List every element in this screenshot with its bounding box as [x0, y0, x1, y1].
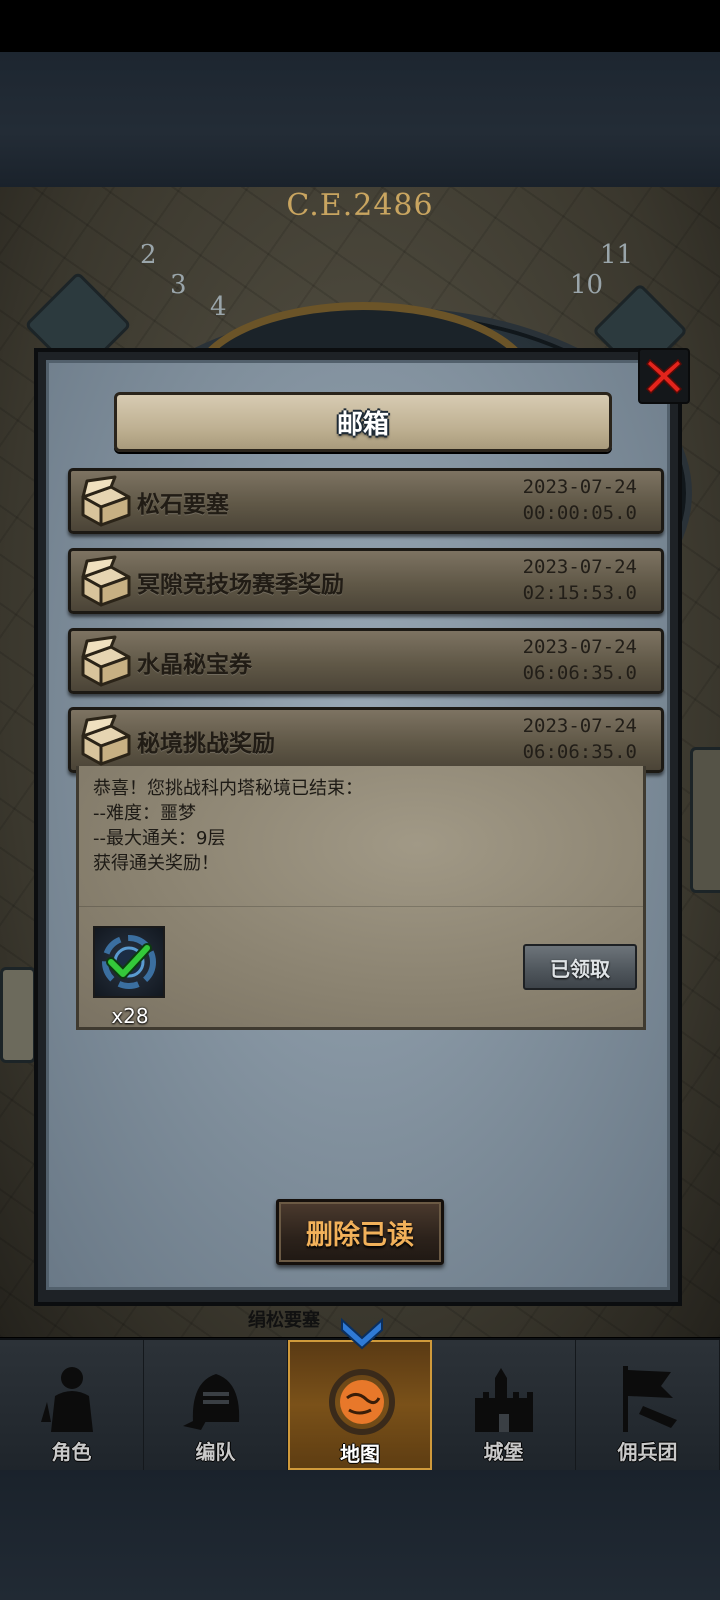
mail-message-line: 获得通关奖励！	[93, 853, 219, 874]
reward-item[interactable]	[93, 926, 165, 998]
treasure-chest-icon	[81, 475, 131, 527]
mail-time: 00:00:05.0	[522, 502, 637, 524]
nav-label: 城堡	[483, 1440, 524, 1464]
treasure-chest-icon	[81, 635, 131, 687]
nav-label: 角色	[51, 1440, 92, 1464]
nav-label: 佣兵团	[617, 1440, 678, 1464]
mail-item[interactable]: 冥隙竞技场赛季奖励 2023-07-24 02:15:53.0	[68, 548, 664, 614]
mail-date: 2023-07-24	[522, 636, 637, 658]
claimed-button[interactable]: 已领取	[523, 944, 637, 990]
mail-divider	[79, 906, 643, 907]
globe-map-icon	[329, 1369, 395, 1435]
nav-label: 编队	[195, 1440, 236, 1464]
dial-number: 3	[170, 270, 187, 300]
mail-item[interactable]: 松石要塞 2023-07-24 00:00:05.0	[68, 468, 664, 534]
mail-title: 冥隙竞技场赛季奖励	[137, 572, 344, 598]
mail-title: 松石要塞	[137, 492, 229, 518]
mail-date: 2023-07-24	[522, 476, 637, 498]
mail-message-line: 恭喜！您挑战科内塔秘境已结束：	[93, 778, 363, 799]
treasure-chest-icon	[81, 555, 131, 607]
nav-tab-formation[interactable]: 编队	[144, 1340, 288, 1470]
banner-icon	[623, 1366, 677, 1432]
treasure-chest-icon	[81, 714, 131, 766]
mail-time: 02:15:53.0	[522, 582, 637, 604]
mail-date: 2023-07-24	[522, 556, 637, 578]
dial-number: 11	[600, 240, 634, 270]
delete-read-button[interactable]: 删除已读	[276, 1199, 444, 1265]
helmet-icon	[183, 1374, 240, 1430]
nav-label: 地图	[340, 1442, 380, 1466]
mail-content-panel: 恭喜！您挑战科内塔秘境已结束： --难度：噩梦 --最大通关：9层 获得通关奖励…	[76, 766, 646, 1030]
top-dark-band	[0, 52, 720, 187]
knight-icon	[41, 1367, 93, 1432]
mail-item[interactable]: 水晶秘宝券 2023-07-24 06:06:35.0	[68, 628, 664, 694]
nav-tab-castle[interactable]: 城堡	[432, 1340, 576, 1470]
mailbox-title-plaque: 邮箱	[114, 392, 612, 452]
mail-title: 秘境挑战奖励	[137, 731, 275, 757]
close-icon	[645, 358, 683, 395]
reward-count: x28	[111, 1004, 149, 1028]
mail-item-expanded[interactable]: 秘境挑战奖励 2023-07-24 06:06:35.0	[68, 707, 664, 773]
nav-tab-mercenary[interactable]: 佣兵团	[576, 1340, 720, 1470]
dial-number: 2	[140, 240, 157, 270]
bottom-navigation: 角色 编队 地图 城堡 佣兵团	[0, 1317, 720, 1470]
dial-number: 4	[210, 292, 227, 322]
mail-message-line: --难度：噩梦	[93, 803, 196, 824]
map-area-label: 绢松要塞	[248, 1310, 320, 1331]
castle-icon	[475, 1368, 533, 1432]
mail-time: 06:06:35.0	[522, 741, 637, 763]
mail-title: 水晶秘宝券	[137, 652, 252, 678]
mail-message-line: --最大通关：9层	[93, 828, 226, 849]
close-button[interactable]	[638, 348, 690, 404]
mail-message: 恭喜！您挑战科内塔秘境已结束： --难度：噩梦 --最大通关：9层 获得通关奖励…	[93, 776, 363, 876]
chevron-down-icon	[341, 1317, 383, 1350]
mail-time: 06:06:35.0	[522, 662, 637, 684]
map-building-right	[690, 747, 720, 893]
top-letterbox	[0, 0, 720, 52]
nav-tab-map[interactable]: 地图	[288, 1317, 432, 1470]
calendar-year-label: C.E.2486	[286, 188, 434, 223]
map-building-left	[0, 967, 36, 1063]
bottom-dark-band	[0, 1466, 720, 1600]
dial-number: 10	[570, 270, 604, 300]
nav-tab-character[interactable]: 角色	[0, 1340, 144, 1470]
mail-date: 2023-07-24	[522, 715, 637, 737]
mailbox-title: 邮箱	[336, 409, 389, 440]
vortex-crystal-icon	[102, 935, 156, 989]
